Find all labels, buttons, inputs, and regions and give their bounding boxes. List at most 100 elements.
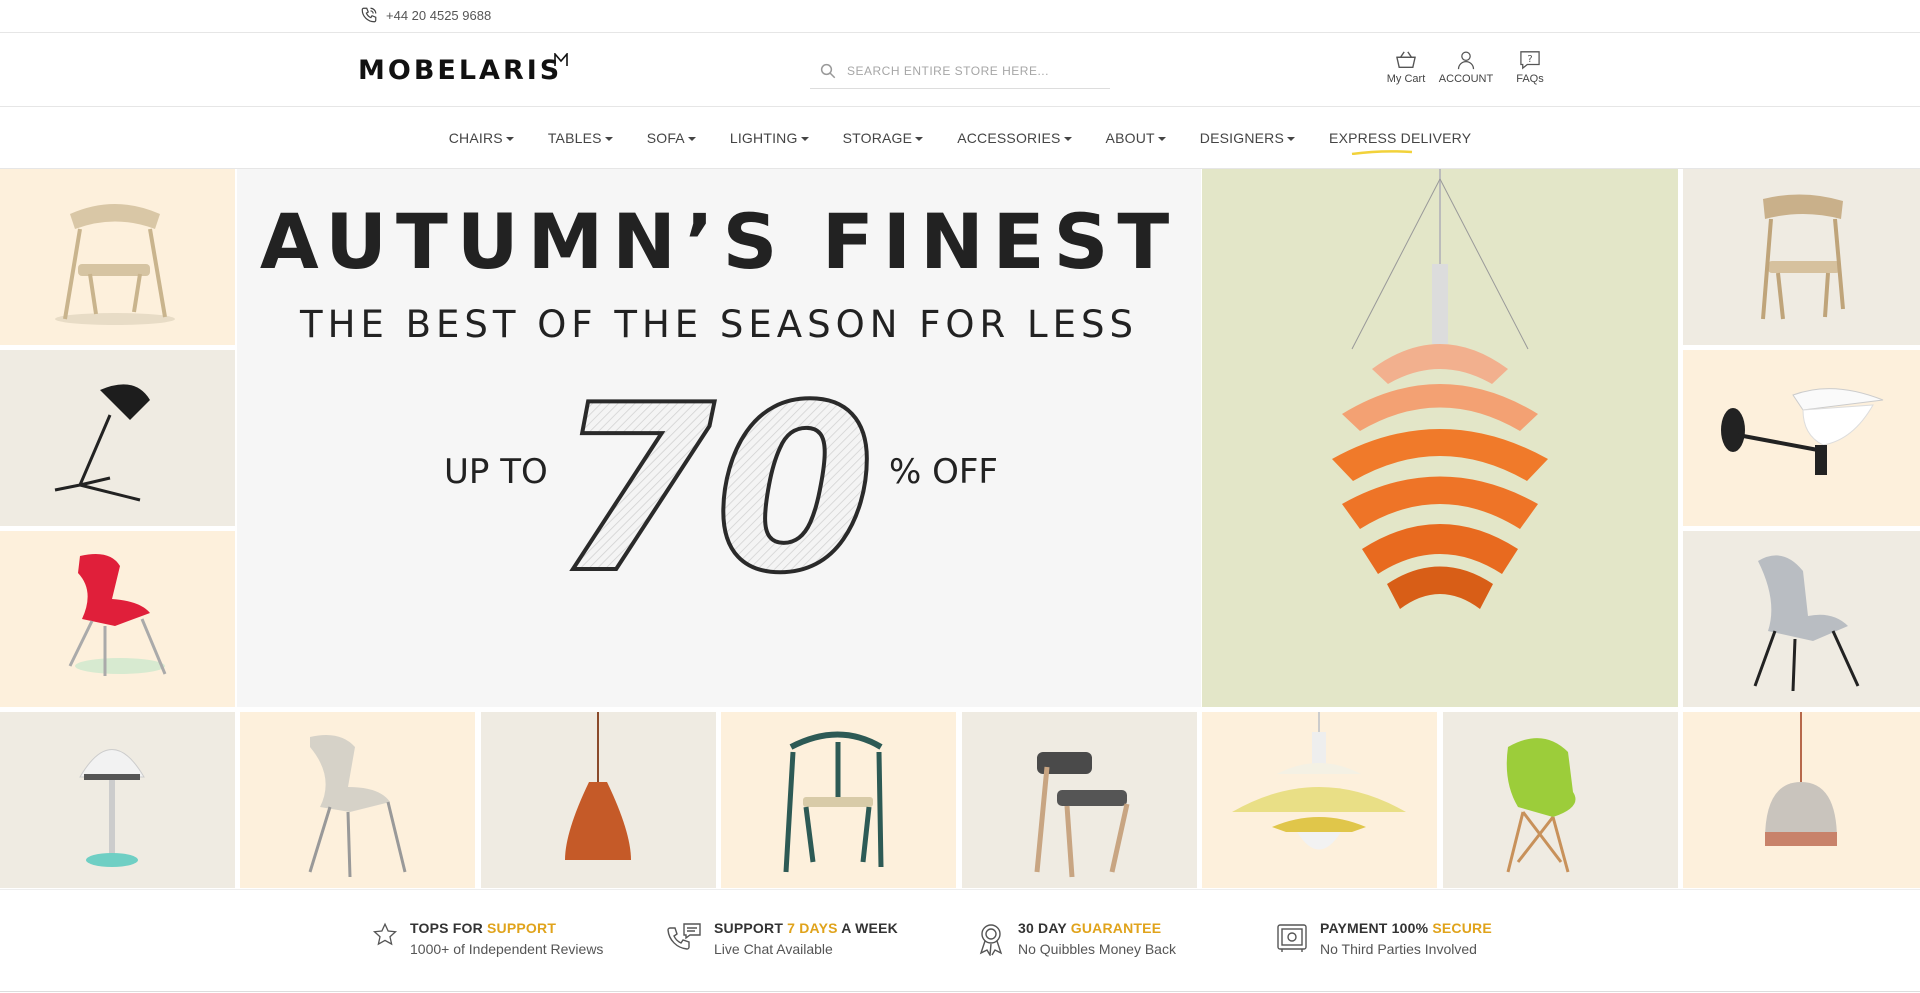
nav-item-lighting[interactable]: LIGHTING [730,130,809,146]
product-tile-grey-chair[interactable] [1683,531,1920,707]
feature-title-pre: PAYMENT 100% [1320,920,1433,936]
header: MOBELARIS My Cart ACCOUNT ? [0,33,1920,107]
award-ribbon-icon [979,924,1003,956]
user-icon [1457,51,1475,70]
feature-title: TOPS FOR SUPPORT [410,920,603,936]
product-tile-copper-pendant[interactable] [481,712,716,888]
caret-down-icon [1287,136,1296,141]
feature-support: TOPS FOR SUPPORT 1000+ of Independent Re… [372,920,603,957]
nav-label[interactable]: CHAIRS [449,130,503,146]
account-button[interactable]: ACCOUNT [1436,50,1496,85]
product-tile-eames-chair[interactable] [1443,712,1678,888]
faqs-button[interactable]: ? FAQs [1502,50,1558,85]
logo-text[interactable]: MOBELARIS [358,55,562,86]
plywood-chair-image [308,734,407,878]
search-icon[interactable] [819,62,837,80]
top-bar: +44 20 4525 9688 [0,0,1920,33]
product-tile-desk-lamp[interactable] [0,350,235,526]
product-tile-glass-pendant[interactable] [1683,712,1920,888]
feature-title-highlight: SECURE [1432,920,1492,936]
nav-label[interactable]: ABOUT [1106,130,1155,146]
red-chair-image [68,553,167,676]
product-tile-artichoke-lamp[interactable] [1202,169,1678,707]
hero-title: AUTUMN’S FINEST [259,197,1179,286]
nav-item-storage[interactable]: STORAGE [843,130,924,146]
lime-shell-chair-image [1506,738,1576,873]
caret-down-icon [505,136,514,141]
oak-armchair-image [1761,194,1845,320]
nav-item-chairs[interactable]: CHAIRS [449,130,514,146]
product-tile-series-7-chair[interactable] [240,712,475,888]
hero-banner[interactable]: AUTUMN’S FINEST THE BEST OF THE SEASON F… [237,169,1201,707]
nav-label[interactable]: ACCESSORIES [957,130,1060,146]
nav-item-tables[interactable]: TABLES [548,130,613,146]
feature-title-post: A WEEK [837,920,898,936]
feature-subtitle: No Quibbles Money Back [1018,941,1176,957]
phone-number[interactable]: +44 20 4525 9688 [386,8,491,23]
discount-value: 70 [555,364,875,584]
main-nav: CHAIRS TABLES SOFA LIGHTING STORAGE ACCE… [0,107,1920,169]
dining-chair-image [1034,752,1130,878]
nav-item-about[interactable]: ABOUT [1106,130,1166,146]
caret-down-icon [1157,136,1166,141]
product-tile-wishbone-chair[interactable] [721,712,956,888]
nav-label[interactable]: STORAGE [843,130,913,146]
feature-secure-payment: PAYMENT 100% SECURE No Third Parties Inv… [1276,920,1492,957]
nav-item-express-delivery[interactable]: EXPRESS DELIVERY [1329,130,1471,155]
cart-label[interactable]: My Cart [1387,73,1426,85]
account-label[interactable]: ACCOUNT [1439,73,1493,85]
hero-discount-number: 70 [555,364,877,584]
caret-down-icon [687,136,696,141]
feature-guarantee: 30 DAY GUARANTEE No Quibbles Money Back [976,920,1176,957]
search-bar[interactable] [810,53,1110,89]
wood-armchair-image [55,204,175,325]
product-tile-table-lamp[interactable] [0,712,235,888]
hero-subtitle: THE BEST OF THE SEASON FOR LESS [300,303,1138,346]
desk-lamp-image [54,384,150,502]
feature-subtitle: Live Chat Available [714,941,833,957]
basket-icon [1396,51,1416,68]
feature-title: SUPPORT 7 DAYS A WEEK [714,920,898,936]
copper-pendant-image [565,712,631,860]
feature-subtitle: No Third Parties Involved [1320,941,1477,957]
caret-down-icon [604,136,613,141]
product-tile-armchair-oak[interactable] [1683,169,1920,345]
nav-item-designers[interactable]: DESIGNERS [1200,130,1296,146]
product-tile-chair-wood[interactable] [0,169,235,345]
artichoke-pendant-lamp-image [1332,169,1548,609]
cart-button[interactable]: My Cart [1380,50,1432,85]
logo-mark-icon [554,53,569,66]
phone-icon [361,7,377,23]
nav-item-sofa[interactable]: SOFA [647,130,696,146]
nav-item-accessories[interactable]: ACCESSORIES [957,130,1072,146]
phone-chat-icon [667,923,701,950]
question-chat-icon: ? [1520,51,1540,70]
nav-label[interactable]: TABLES [548,130,602,146]
feature-title-highlight: 7 DAYS [787,920,838,936]
hero-off: % OFF [889,452,998,492]
feature-bar: TOPS FOR SUPPORT 1000+ of Independent Re… [0,889,1920,992]
nav-label[interactable]: EXPRESS DELIVERY [1329,130,1471,146]
faqs-label[interactable]: FAQs [1516,73,1544,85]
caret-down-icon [915,136,924,141]
grey-chair-image [1753,555,1860,692]
svg-text:?: ? [1527,54,1532,65]
product-tile-ph-pendant[interactable] [1202,712,1437,888]
phone-contact[interactable]: +44 20 4525 9688 [360,6,491,24]
feature-title-pre: SUPPORT [714,920,788,936]
product-tile-wall-lamp[interactable] [1683,350,1920,526]
wall-lamp-image [1721,388,1884,475]
feature-title-highlight: SUPPORT [487,920,557,936]
star-icon [372,922,398,946]
product-tile-dining-chair[interactable] [962,712,1197,888]
table-lamp-image [79,749,145,867]
nav-label[interactable]: LIGHTING [730,130,798,146]
feature-title: 30 DAY GUARANTEE [1018,920,1176,936]
nav-label[interactable]: DESIGNERS [1200,130,1284,146]
site-logo[interactable]: MOBELARIS [358,53,569,89]
safe-icon [1277,924,1307,952]
product-tile-red-chair[interactable] [0,531,235,707]
nav-label[interactable]: SOFA [647,130,685,146]
feature-title-highlight: GUARANTEE [1070,920,1162,936]
search-input[interactable] [847,63,1097,78]
